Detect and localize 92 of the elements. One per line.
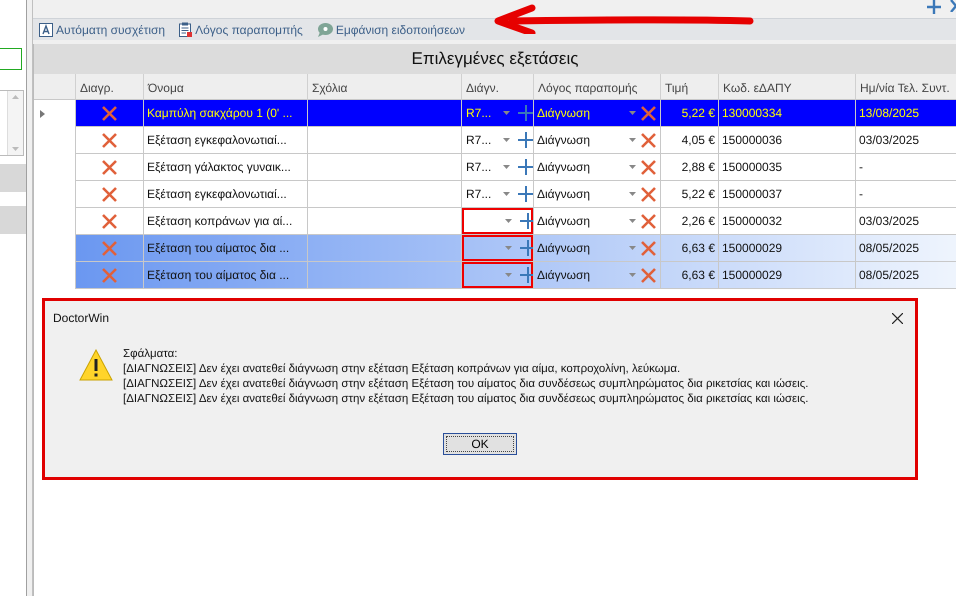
table-cell: 03/03/2025 — [856, 127, 956, 154]
remove-icon[interactable] — [640, 158, 657, 176]
ok-button[interactable]: OK — [443, 433, 517, 455]
error-heading: Σφάλματα: — [123, 347, 178, 362]
remove-icon[interactable] — [640, 240, 657, 256]
search-field[interactable] — [0, 48, 22, 70]
table-cell: 150000029 — [719, 235, 856, 262]
table-cell: - — [856, 181, 956, 208]
dropdown-caret-icon[interactable] — [629, 192, 636, 196]
dropdown-caret-icon[interactable] — [629, 111, 636, 115]
error-message: [ΔΙΑΓΝΩΣΕΙΣ] Δεν έχει ανατεθεί διάγνωση στην εξέταση Εξέταση του αίματος δια συνδέσεως συμπληρώματος δια ρικετσίας και ιώσεις. — [123, 377, 808, 392]
dialog-title: DoctorWin — [53, 310, 110, 327]
delete-icon[interactable] — [101, 186, 118, 202]
delete-icon[interactable] — [101, 104, 118, 122]
table-cell: Εξέταση του αίματος δια ... — [144, 262, 308, 289]
table-cell: Εξέταση γάλακτος γυναικ... — [144, 154, 308, 181]
diagnosis-field[interactable]: R7... — [462, 154, 533, 180]
toolbar-button[interactable]: Εμφάνιση ειδοποιήσεων — [314, 20, 467, 38]
dropdown-caret-icon[interactable] — [503, 192, 510, 196]
dropdown-caret-icon[interactable] — [503, 165, 510, 169]
table-cell: 5,22 € — [661, 100, 719, 127]
dropdown-caret-icon[interactable] — [505, 219, 512, 223]
remove-icon[interactable] — [640, 266, 657, 284]
delete-icon[interactable] — [101, 158, 118, 176]
grid-title: Επιλεγμένες εξετάσεις — [33, 44, 956, 74]
scroll-down-icon[interactable] — [12, 147, 19, 151]
warning-icon — [79, 349, 113, 381]
dropdown-caret-icon[interactable] — [629, 165, 636, 169]
remove-icon[interactable] — [640, 104, 657, 122]
table-cell: 4,05 € — [661, 127, 719, 154]
table-cell: 5,22 € — [661, 181, 719, 208]
dropdown-caret-icon[interactable] — [505, 246, 512, 250]
table-cell: 150000037 — [719, 181, 856, 208]
toolbar-button[interactable]: Λόγος παραπομπής — [177, 20, 305, 38]
dropdown-caret-icon[interactable] — [629, 138, 636, 142]
delete-icon[interactable] — [101, 212, 118, 230]
toolbar-button[interactable]: Αυτόματη συσχέτιση — [37, 20, 168, 38]
dropdown-value[interactable]: Διάγνωση — [537, 212, 590, 230]
remove-icon[interactable] — [640, 186, 657, 202]
diagnosis-field[interactable]: R7... — [462, 100, 533, 126]
dropdown-value[interactable]: Διάγνωση — [537, 131, 590, 149]
table-cell: Καμπύλη σακχάρου 1 (0' ... — [144, 100, 308, 127]
table-cell: Εξέταση του αίματος δια ... — [144, 235, 308, 262]
error-message: [ΔΙΑΓΝΩΣΕΙΣ] Δεν έχει ανατεθεί διάγνωση στην εξέταση Εξέταση του αίματος δια συνδέσεως συμπληρώματος δια ρικετσίας και ιώσεις. — [123, 392, 808, 407]
table-cell: Εξέταση εγκεφαλονωτιαί... — [144, 127, 308, 154]
diagnosis-field[interactable] — [462, 235, 533, 261]
current-row-icon — [40, 110, 45, 118]
plus-icon[interactable] — [926, 0, 942, 14]
diagnosis-field[interactable] — [462, 208, 533, 234]
table-cell: Εξέταση εγκεφαλονωτιαί... — [144, 181, 308, 208]
panel-band — [0, 164, 26, 192]
list-box[interactable] — [0, 90, 24, 156]
table-cell: 08/05/2025 — [856, 235, 956, 262]
table-cell: 6,63 € — [661, 262, 719, 289]
diagnosis-field[interactable]: R7... — [462, 181, 533, 207]
diagnosis-field[interactable]: R7... — [462, 127, 533, 153]
panel-band — [0, 206, 26, 234]
dropdown-caret-icon[interactable] — [503, 138, 510, 142]
dropdown-caret-icon[interactable] — [629, 219, 636, 223]
table-cell: 150000036 — [719, 127, 856, 154]
dropdown-value[interactable]: Διάγνωση — [537, 185, 590, 203]
close-icon — [892, 313, 903, 324]
table-cell: 08/05/2025 — [856, 262, 956, 289]
add-icon[interactable] — [518, 105, 533, 121]
add-icon[interactable] — [520, 213, 533, 229]
table-cell: 130000334 — [719, 100, 856, 127]
add-icon[interactable] — [520, 267, 533, 283]
add-icon[interactable] — [518, 132, 533, 148]
table-cell: 6,63 € — [661, 235, 719, 262]
add-icon[interactable] — [518, 186, 533, 202]
dropdown-caret-icon[interactable] — [503, 111, 510, 115]
add-icon[interactable] — [518, 159, 533, 175]
table-cell: 150000029 — [719, 262, 856, 289]
table-cell: - — [856, 154, 956, 181]
dropdown-value[interactable]: Διάγνωση — [537, 158, 590, 176]
scroll-up-icon[interactable] — [12, 95, 19, 99]
text-box-icon — [39, 22, 53, 36]
remove-icon[interactable] — [640, 132, 657, 148]
dropdown-caret-icon[interactable] — [629, 273, 636, 277]
error-message: [ΔΙΑΓΝΩΣΕΙΣ] Δεν έχει ανατεθεί διάγνωση στην εξέταση Εξέταση κοπράνων για αίμα, κοπροχολίνη, λεύκωμα. — [123, 362, 682, 377]
diagnosis-field[interactable] — [462, 262, 533, 288]
table-cell: 13/08/2025 — [856, 100, 956, 127]
delete-icon[interactable] — [101, 132, 118, 148]
table-cell: 150000035 — [719, 154, 856, 181]
clipboard-icon — [179, 22, 192, 37]
scrollbar[interactable] — [7, 91, 23, 155]
speech-bubble-icon — [316, 22, 333, 36]
remove-icon[interactable] — [640, 212, 657, 230]
add-icon[interactable] — [520, 240, 533, 256]
dropdown-caret-icon[interactable] — [629, 246, 636, 250]
dropdown-caret-icon[interactable] — [505, 273, 512, 277]
table-cell: 2,88 € — [661, 154, 719, 181]
